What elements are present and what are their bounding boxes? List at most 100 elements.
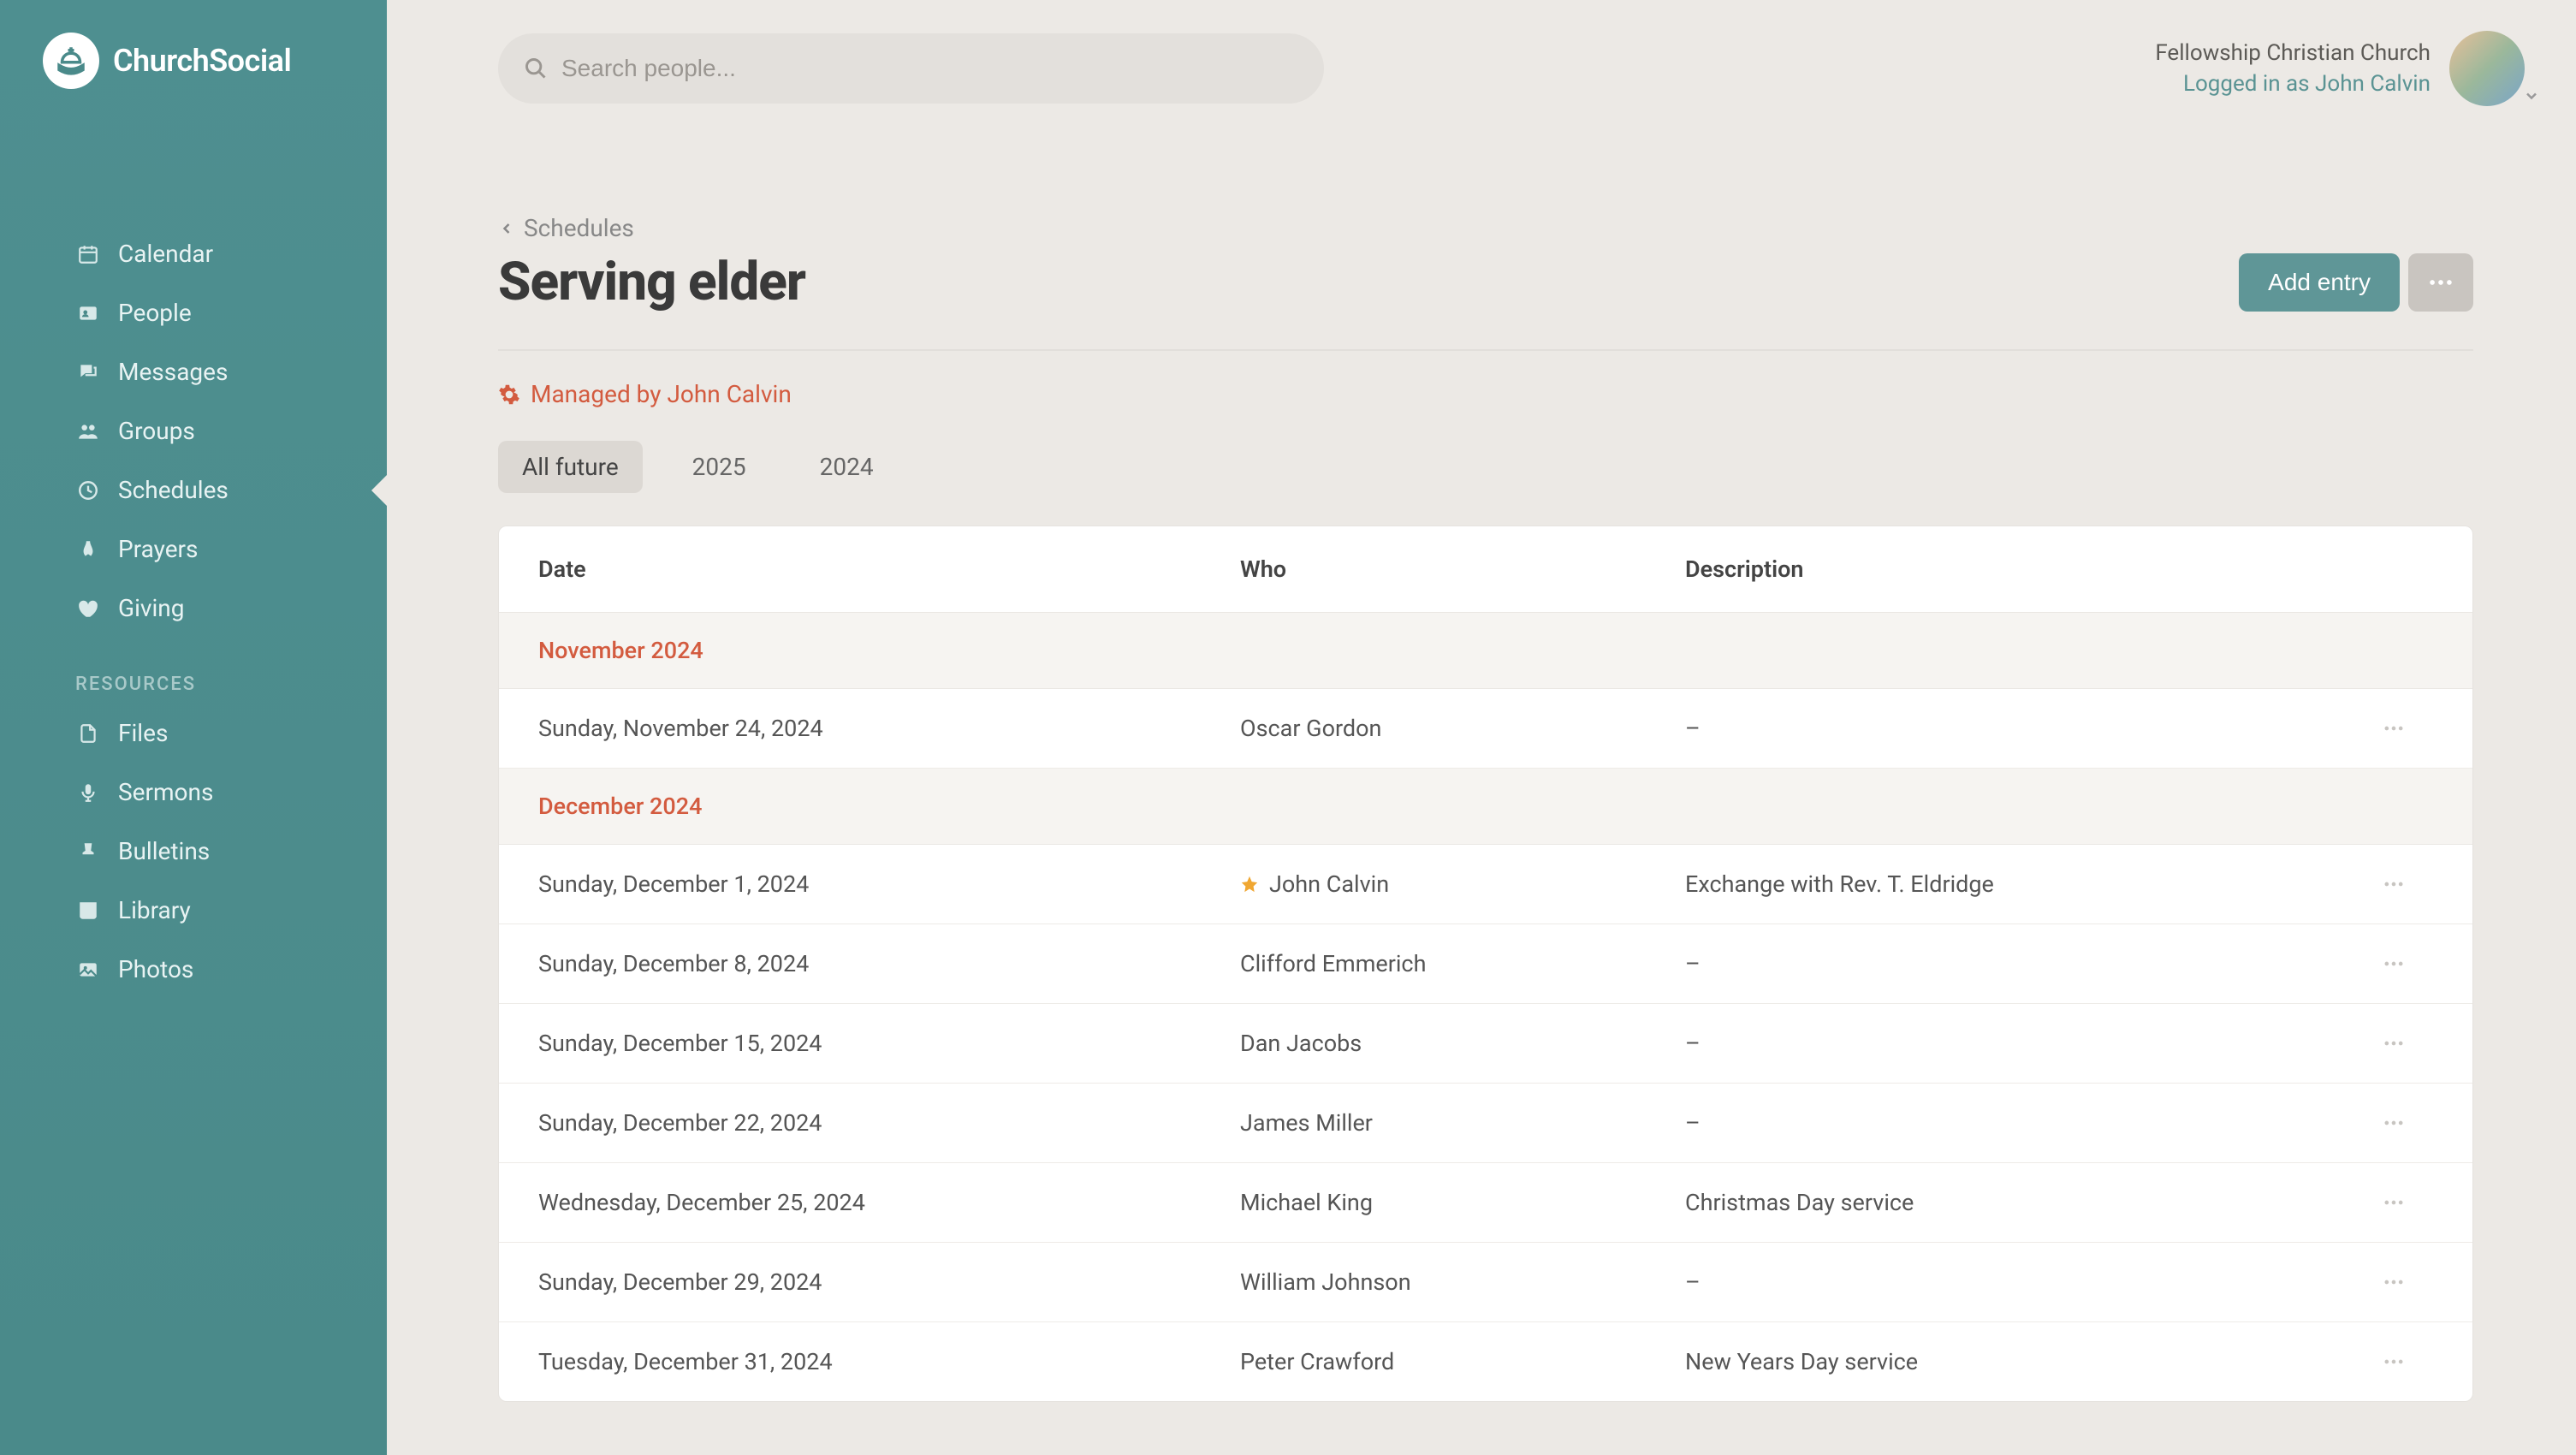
sidebar-item-label: Calendar (118, 240, 213, 268)
table-row[interactable]: Sunday, November 24, 2024 Oscar Gordon – (499, 689, 2472, 769)
cell-who: James Miller (1240, 1109, 1685, 1137)
sidebar-item-label: Prayers (118, 535, 199, 563)
chevron-down-icon (2523, 87, 2540, 104)
page-title: Serving elder (498, 251, 805, 313)
cell-description: – (1685, 1030, 2382, 1057)
cell-description: Exchange with Rev. T. Eldridge (1685, 870, 2382, 898)
cell-who: William Johnson (1240, 1268, 1685, 1296)
cell-date: Sunday, December 15, 2024 (538, 1030, 1240, 1057)
sidebar-item-groups[interactable]: Groups (75, 401, 387, 460)
row-menu-button[interactable] (2382, 1350, 2433, 1374)
title-actions: Add entry (2239, 253, 2473, 312)
table-row[interactable]: Sunday, December 22, 2024 James Miller – (499, 1084, 2472, 1163)
col-header-date: Date (538, 555, 1240, 583)
resources-heading: RESOURCES (75, 638, 387, 704)
sidebar-item-calendar[interactable]: Calendar (75, 224, 387, 283)
title-row: Serving elder Add entry (498, 251, 2473, 351)
search-box[interactable] (498, 33, 1324, 104)
sidebar-item-schedules[interactable]: Schedules (75, 460, 387, 520)
tabs: All future 2025 2024 (498, 441, 2473, 493)
avatar[interactable] (2449, 31, 2525, 106)
cell-description: – (1685, 1268, 2382, 1296)
cell-description: – (1685, 1109, 2382, 1137)
star-icon (1240, 875, 1259, 894)
sidebar-item-label: Bulletins (118, 837, 210, 865)
sidebar-item-messages[interactable]: Messages (75, 342, 387, 401)
table-row[interactable]: Sunday, December 29, 2024 William Johnso… (499, 1243, 2472, 1322)
managed-by-text: Managed by John Calvin (531, 380, 792, 408)
sidebar-item-label: Library (118, 896, 191, 924)
more-options-button[interactable] (2408, 253, 2473, 312)
table-row[interactable]: Wednesday, December 25, 2024 Michael Kin… (499, 1163, 2472, 1243)
sidebar-item-label: Messages (118, 358, 228, 386)
cell-who: Oscar Gordon (1240, 715, 1685, 742)
logo-text: ChurchSocial (113, 43, 291, 79)
row-menu-button[interactable] (2382, 1270, 2433, 1294)
clock-icon (75, 478, 101, 503)
church-name: Fellowship Christian Church (2155, 38, 2431, 68)
logo[interactable]: ChurchSocial (0, 0, 387, 122)
tab-2025[interactable]: 2025 (668, 441, 770, 493)
prayers-icon (75, 537, 101, 562)
sidebar-item-files[interactable]: Files (75, 704, 387, 763)
breadcrumb[interactable]: Schedules (498, 214, 2473, 242)
heart-icon (75, 596, 101, 621)
account-text: Fellowship Christian Church Logged in as… (2155, 38, 2431, 100)
sidebar-item-giving[interactable]: Giving (75, 579, 387, 638)
pin-icon (75, 839, 101, 864)
logo-mark-icon (43, 33, 99, 89)
cell-date: Sunday, December 1, 2024 (538, 870, 1240, 898)
sidebar-item-sermons[interactable]: Sermons (75, 763, 387, 822)
tab-2024[interactable]: 2024 (796, 441, 898, 493)
breadcrumb-label: Schedules (524, 214, 634, 242)
sidebar-item-label: Groups (118, 417, 195, 445)
cell-date: Sunday, November 24, 2024 (538, 715, 1240, 742)
managed-by[interactable]: Managed by John Calvin (498, 351, 2473, 441)
sidebar-item-label: Files (118, 719, 168, 747)
sidebar-item-prayers[interactable]: Prayers (75, 520, 387, 579)
sidebar-item-library[interactable]: Library (75, 881, 387, 940)
row-menu-button[interactable] (2382, 952, 2433, 976)
topbar: Fellowship Christian Church Logged in as… (387, 0, 2576, 137)
content: Schedules Serving elder Add entry Manage… (387, 137, 2576, 1402)
person-card-icon (75, 300, 101, 326)
row-menu-button[interactable] (2382, 716, 2433, 740)
cell-who: Michael King (1240, 1189, 1685, 1216)
cell-date: Wednesday, December 25, 2024 (538, 1189, 1240, 1216)
row-menu-button[interactable] (2382, 1111, 2433, 1135)
sidebar-item-bulletins[interactable]: Bulletins (75, 822, 387, 881)
table-row[interactable]: Sunday, December 8, 2024 Clifford Emmeri… (499, 924, 2472, 1004)
chevron-left-icon (498, 220, 515, 237)
mic-icon (75, 780, 101, 805)
row-menu-button[interactable] (2382, 1191, 2433, 1214)
cell-description: Christmas Day service (1685, 1189, 2382, 1216)
sidebar-item-people[interactable]: People (75, 283, 387, 342)
cell-date: Sunday, December 8, 2024 (538, 950, 1240, 977)
row-menu-button[interactable] (2382, 1031, 2433, 1055)
table-row[interactable]: Sunday, December 1, 2024 John Calvin Exc… (499, 845, 2472, 924)
account-area[interactable]: Fellowship Christian Church Logged in as… (2155, 31, 2525, 106)
add-entry-button[interactable]: Add entry (2239, 253, 2400, 312)
month-heading: November 2024 (499, 613, 2472, 689)
groups-icon (75, 419, 101, 444)
table-row[interactable]: Sunday, December 15, 2024 Dan Jacobs – (499, 1004, 2472, 1084)
search-input[interactable] (561, 55, 1298, 82)
search-icon (524, 56, 548, 80)
cell-who: Peter Crawford (1240, 1348, 1685, 1375)
cell-date: Sunday, December 29, 2024 (538, 1268, 1240, 1296)
tab-all-future[interactable]: All future (498, 441, 643, 493)
row-menu-button[interactable] (2382, 872, 2433, 896)
sidebar-item-photos[interactable]: Photos (75, 940, 387, 999)
file-icon (75, 721, 101, 746)
login-line[interactable]: Logged in as John Calvin (2155, 68, 2431, 99)
sidebar-item-label: People (118, 299, 192, 327)
calendar-icon (75, 241, 101, 267)
col-header-who: Who (1240, 555, 1685, 583)
month-heading: December 2024 (499, 769, 2472, 845)
sidebar-item-label: Giving (118, 594, 184, 622)
table-header: Date Who Description (499, 526, 2472, 613)
photo-icon (75, 957, 101, 983)
cell-description: – (1685, 950, 2382, 977)
table-row[interactable]: Tuesday, December 31, 2024 Peter Crawfor… (499, 1322, 2472, 1401)
sidebar-item-label: Schedules (118, 476, 229, 504)
